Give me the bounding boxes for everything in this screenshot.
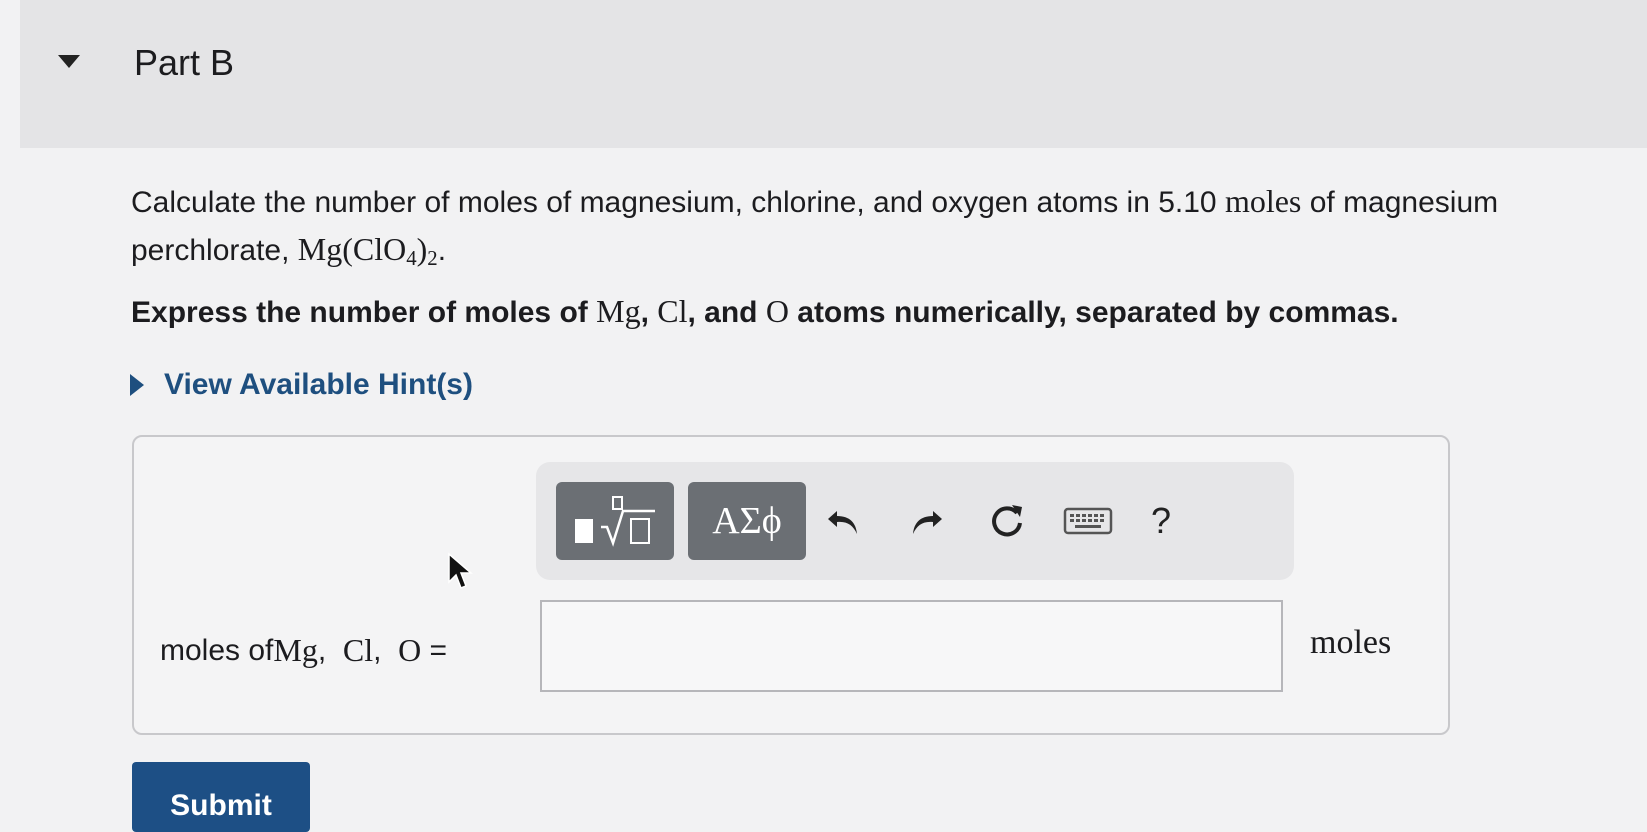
part-title: Part B [134, 42, 235, 83]
templates-button[interactable] [556, 482, 674, 560]
templates-icon [575, 496, 655, 547]
math-toolbar: ΑΣϕ ? [536, 462, 1294, 580]
undo-icon[interactable] [820, 496, 870, 546]
submit-button[interactable]: Submit [132, 762, 310, 832]
question-unit: moles [1224, 183, 1302, 219]
answer-units: moles [1310, 624, 1392, 661]
instruction-text: Express the number of moles of Mg, Cl, a… [131, 293, 1399, 329]
expand-arrow-icon [130, 374, 144, 396]
greek-symbols-button[interactable]: ΑΣϕ [688, 482, 806, 560]
view-hints-toggle[interactable]: View Available Hint(s) [130, 368, 473, 402]
question-text: Calculate the number of moles of magnesi… [131, 183, 1499, 271]
redo-icon[interactable] [900, 496, 950, 546]
collapse-arrow-icon[interactable] [58, 55, 80, 68]
reset-icon[interactable] [982, 496, 1032, 546]
keyboard-icon[interactable] [1058, 496, 1118, 546]
mouse-pointer-icon [448, 552, 474, 589]
help-icon[interactable]: ? [1136, 496, 1186, 546]
chemical-formula: Mg(ClO4)2 [297, 231, 438, 271]
part-header [20, 0, 1647, 148]
view-hints-label[interactable]: View Available Hint(s) [164, 368, 473, 402]
answer-input[interactable] [540, 600, 1283, 692]
answer-label: moles of Mg , Cl , O = [160, 632, 448, 668]
